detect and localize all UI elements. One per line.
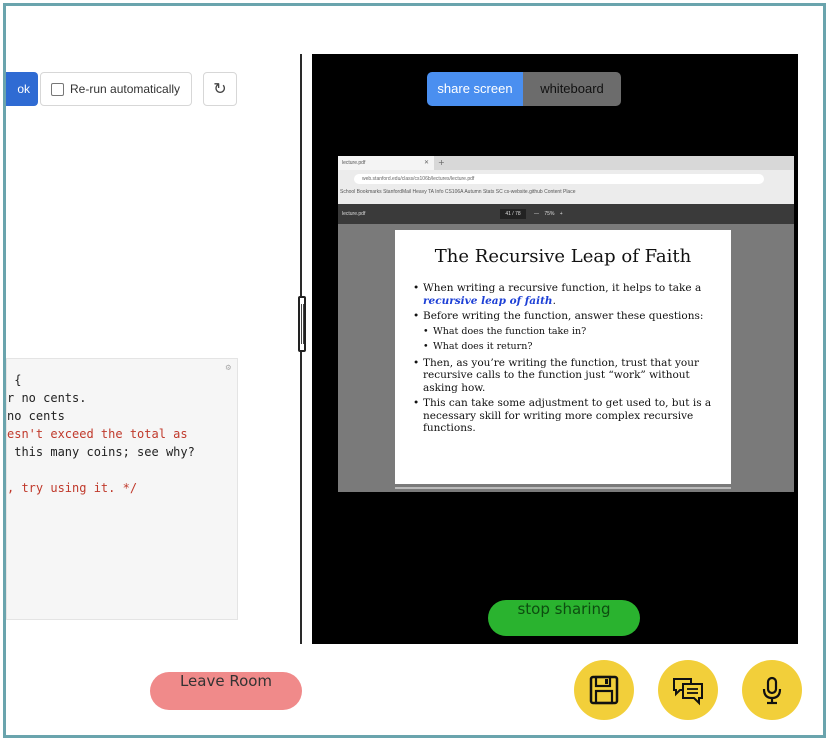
slide-bullet: When writing a recursive function, it he… — [413, 282, 719, 307]
pdf-filename: lecture.pdf — [342, 211, 366, 217]
rerun-toggle[interactable]: Re-run automatically — [40, 72, 192, 106]
close-tab-icon: ✕ — [424, 159, 430, 166]
editor-settings-icon[interactable]: ⚙ — [226, 363, 231, 373]
stop-sharing-button[interactable]: stop sharing — [488, 600, 640, 636]
share-mode-toggle: share screen whiteboard — [427, 72, 621, 106]
slide-title: The Recursive Leap of Faith — [434, 246, 692, 267]
slide-edge — [395, 487, 731, 489]
microphone-icon — [762, 676, 782, 705]
new-tab-icon: + — [438, 158, 445, 167]
tab-whiteboard[interactable]: whiteboard — [523, 72, 621, 106]
save-button[interactable] — [574, 660, 634, 720]
presentation-slide: The Recursive Leap of Faith When writing… — [395, 230, 731, 484]
rerun-checkbox[interactable] — [51, 82, 64, 96]
code-line: , try using it. */ — [7, 481, 138, 495]
refresh-icon: ↻ — [213, 79, 227, 98]
bullet-text: When writing a recursive function, it he… — [423, 282, 702, 294]
microphone-button[interactable] — [742, 660, 802, 720]
browser-tab-strip: lecture.pdf ✕ + — [338, 156, 794, 170]
split-resize-handle[interactable] — [298, 296, 306, 352]
slide-sub-bullet: What does it return? — [413, 341, 719, 354]
code-line: r no cents. — [7, 391, 87, 405]
code-line: esn't exceed the total as — [7, 427, 188, 441]
bullet-text: . — [552, 294, 556, 307]
browser-chrome: lecture.pdf ✕ + web.stanford.edu/class/c… — [338, 156, 794, 204]
browser-address-bar: web.stanford.edu/class/cs106b/lectures/l… — [354, 174, 764, 184]
pdf-page-indicator: 41 / 78 — [500, 209, 526, 219]
bullet-emphasis: recursive leap of faith — [423, 294, 553, 307]
rerun-label: Re-run automatically — [70, 82, 181, 96]
shared-screen: lecture.pdf ✕ + web.stanford.edu/class/c… — [338, 156, 794, 492]
run-button[interactable]: ok — [6, 72, 38, 106]
chat-icon — [673, 678, 703, 706]
leave-room-button[interactable]: Leave Room — [150, 672, 302, 710]
code-editor[interactable]: ⚙ { r no cents. no cents esn't exceed the t… — [6, 358, 238, 620]
slide-bullet: Before writing the function, answer thes… — [413, 310, 719, 323]
save-icon — [589, 675, 619, 705]
browser-bookmarks-bar: School Bookmarks StanfordMail Heavy TA I… — [340, 189, 576, 195]
slide-sub-bullet: What does the function take in? — [413, 326, 719, 339]
refresh-button[interactable]: ↻ — [203, 72, 237, 106]
slide-bullets: When writing a recursive function, it he… — [413, 282, 719, 438]
slide-bullet: Then, as you’re writing the function, tr… — [413, 357, 719, 395]
slide-bullet: This can take some adjustment to get use… — [413, 397, 719, 435]
pdf-zoom-controls: — 75% + — [534, 211, 563, 217]
app-frame: ok Re-run automatically ↻ ⚙ { r no cents.… — [3, 3, 826, 738]
editor-pane: ok Re-run automatically ↻ ⚙ { r no cents.… — [6, 54, 302, 644]
code-line: { — [7, 373, 22, 387]
browser-tab: lecture.pdf — [338, 156, 434, 170]
code-line: this many coins; see why? — [7, 445, 195, 459]
share-pane: share screen whiteboard lecture.pdf ✕ + … — [312, 54, 798, 644]
code-line: no cents — [7, 409, 65, 423]
pdf-toolbar: lecture.pdf 41 / 78 — 75% + — [338, 204, 794, 224]
tab-share-screen[interactable]: share screen — [427, 72, 523, 106]
chat-button[interactable] — [658, 660, 718, 720]
